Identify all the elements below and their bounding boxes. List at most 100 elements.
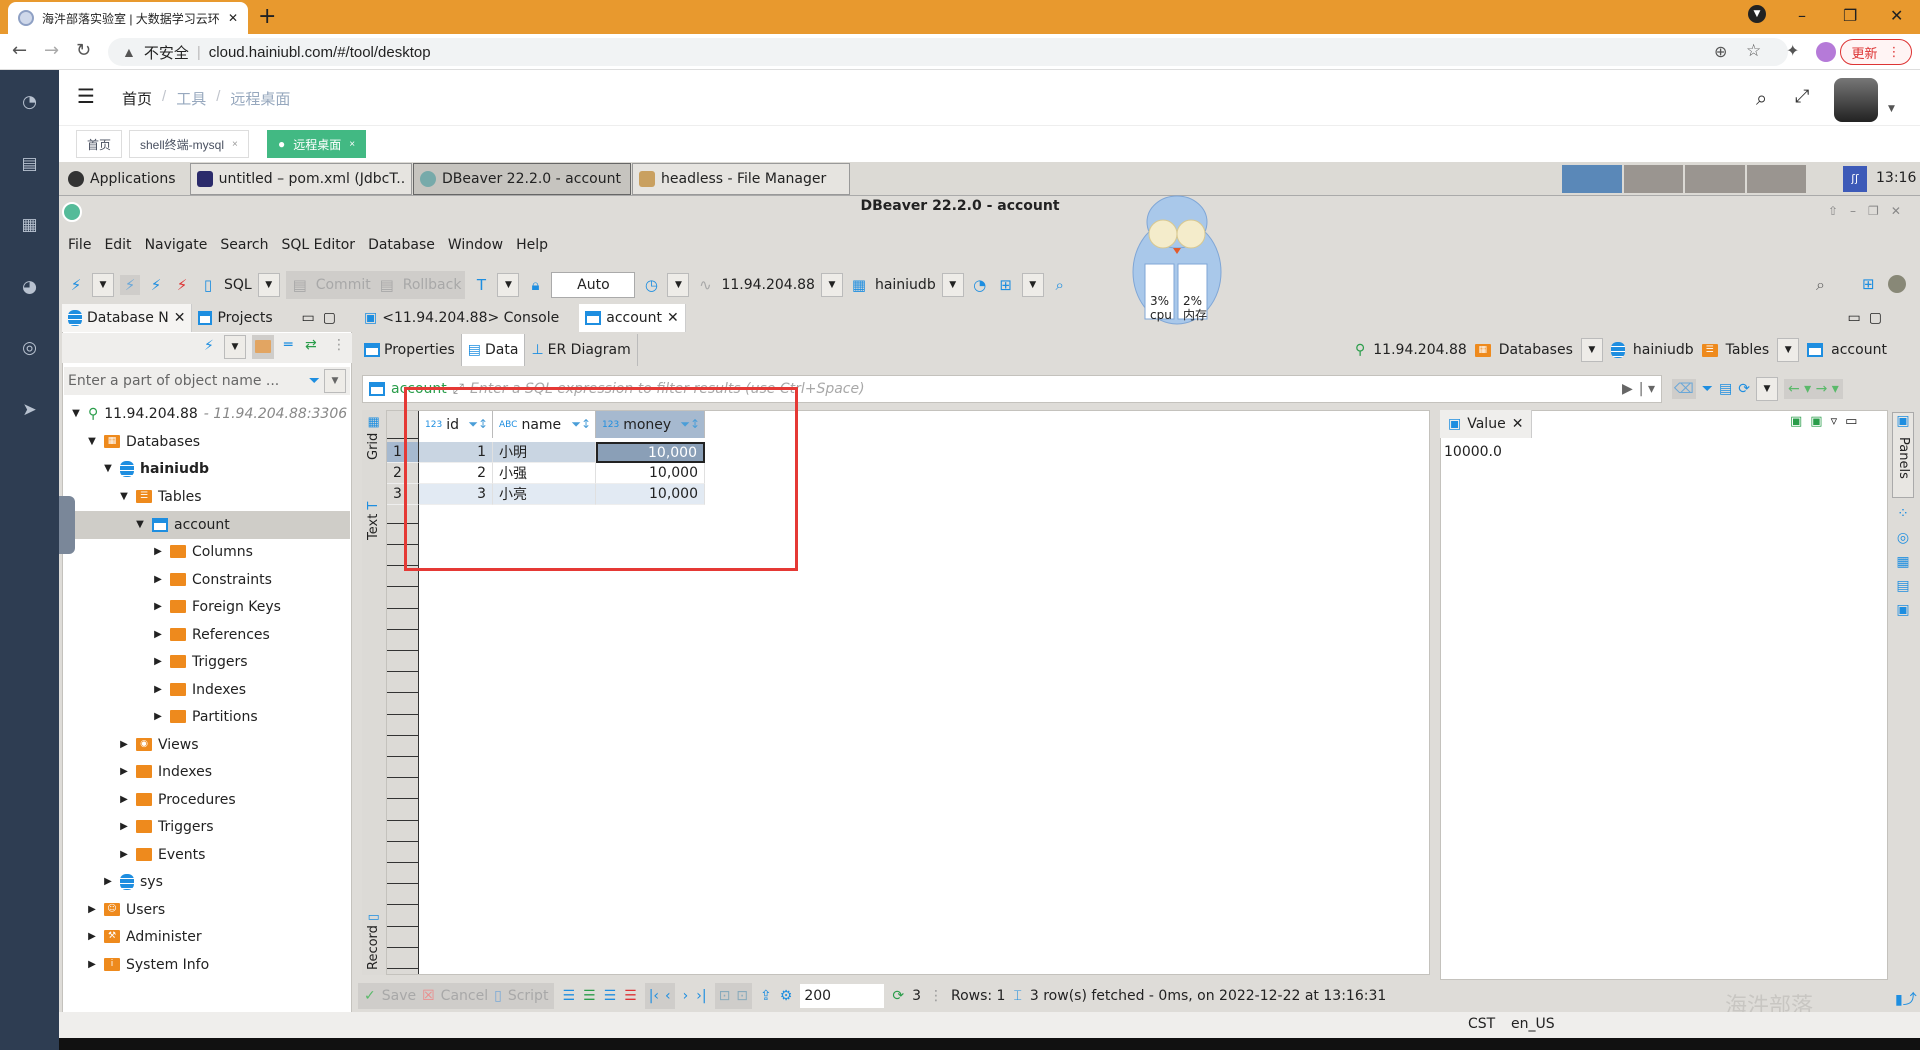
tab-database-navigator[interactable]: Database N ✕ bbox=[62, 304, 193, 332]
workspace-switcher[interactable] bbox=[1562, 165, 1806, 193]
new-perspective-icon[interactable]: ⊞ bbox=[1862, 275, 1875, 293]
panel-min-max-icon[interactable]: ▭▢ bbox=[302, 310, 352, 326]
metadata-panel-icon[interactable]: ⁘ bbox=[1892, 502, 1914, 526]
active-database-select[interactable]: hainiudb bbox=[875, 277, 936, 293]
tree-references[interactable]: ▶ References bbox=[62, 621, 350, 649]
add-row-icon[interactable]: ☰ bbox=[583, 988, 596, 1004]
edit-row-icon[interactable]: ☰ bbox=[562, 988, 575, 1004]
value-panel-tab[interactable]: ▣ Value ✕ bbox=[1440, 410, 1533, 438]
previous-page-icon[interactable]: ‹ bbox=[665, 988, 671, 1004]
dropdown-arrow[interactable]: ▼ bbox=[1777, 338, 1800, 362]
paper-plane-icon[interactable]: ➤ bbox=[0, 400, 59, 420]
cell-name[interactable]: 小强 bbox=[493, 463, 596, 484]
document-icon[interactable]: ▤ bbox=[0, 154, 59, 174]
sql-button[interactable]: SQL bbox=[224, 277, 252, 293]
collapsed-arrow-icon[interactable]: ▶ bbox=[152, 711, 164, 722]
user-avatar[interactable] bbox=[1834, 78, 1878, 122]
tree-procedures[interactable]: ▶ Procedures bbox=[62, 786, 350, 814]
next-page-icon[interactable]: › bbox=[683, 988, 689, 1004]
apply-filter-icon[interactable]: ▶ bbox=[1622, 381, 1633, 397]
close-icon[interactable]: ✕ bbox=[1512, 416, 1524, 432]
fullscreen-icon[interactable]: ⤢ bbox=[1795, 86, 1809, 107]
save-button[interactable]: Save bbox=[382, 988, 416, 1004]
crumb-database[interactable]: hainiudb bbox=[1633, 342, 1694, 358]
new-tab-button[interactable]: + bbox=[258, 4, 276, 29]
script-button[interactable]: Script bbox=[508, 988, 549, 1004]
search-icon[interactable]: ⌕ bbox=[1816, 275, 1825, 295]
refresh-count[interactable]: 3 bbox=[912, 988, 921, 1004]
table-row[interactable]: 2 2 小强 10,000 bbox=[387, 463, 705, 484]
dropdown-arrow[interactable]: ▼ bbox=[257, 273, 280, 297]
connect-icon[interactable]: ⚡ bbox=[120, 275, 140, 295]
tree-partitions[interactable]: ▶ Partitions bbox=[62, 703, 350, 731]
forward-button[interactable]: → bbox=[44, 40, 59, 61]
back-button[interactable]: ← bbox=[12, 40, 27, 61]
tree-account[interactable]: ▼ account bbox=[62, 511, 350, 539]
cancel-button[interactable]: Cancel bbox=[441, 988, 488, 1004]
cell-id[interactable]: 3 bbox=[419, 484, 493, 505]
url-text[interactable]: cloud.hainiubl.com/#/tool/desktop bbox=[209, 44, 431, 61]
cell-id[interactable]: 1 bbox=[419, 442, 493, 463]
menu-toggle-icon[interactable]: ☰ bbox=[77, 84, 95, 108]
text-view-tab[interactable]: Text T bbox=[366, 502, 381, 540]
tab-account[interactable]: account ✕ bbox=[579, 304, 686, 332]
tree-system-info[interactable]: ▶ i System Info bbox=[62, 951, 350, 979]
close-icon[interactable]: × bbox=[232, 139, 238, 150]
tag-remote-desktop[interactable]: ● 远程桌面 × bbox=[267, 130, 367, 158]
dbeaver-perspective-icon[interactable] bbox=[1888, 275, 1906, 293]
collapsed-arrow-icon[interactable]: ▶ bbox=[118, 794, 130, 805]
dropdown-arrow[interactable]: ▼ bbox=[1580, 338, 1603, 362]
dropdown-arrow[interactable]: ▼ bbox=[497, 273, 520, 297]
reconnect-icon[interactable]: ⚡ bbox=[146, 275, 166, 295]
back-arrow-icon[interactable]: ← ▾ → ▾ bbox=[1783, 379, 1843, 399]
tree-constraints[interactable]: ▶ Constraints bbox=[62, 566, 350, 594]
workspace-2[interactable] bbox=[1623, 165, 1683, 193]
collapsed-arrow-icon[interactable]: ▶ bbox=[118, 739, 130, 750]
zoom-icon[interactable]: ⊕ bbox=[1714, 42, 1727, 61]
dropdown-arrow[interactable]: ▼ bbox=[1021, 273, 1044, 297]
close-window-button[interactable]: ✕ bbox=[1890, 6, 1903, 25]
copy-row-icon[interactable]: ☰ bbox=[604, 988, 617, 1004]
sql-editor-icon[interactable]: ▯ bbox=[198, 275, 218, 295]
menu-file[interactable]: File bbox=[68, 237, 91, 253]
dashboard-icon[interactable]: ◔ bbox=[0, 92, 59, 112]
profile-menu-icon[interactable]: ▼ bbox=[1748, 5, 1766, 23]
commit-button[interactable]: Commit bbox=[316, 277, 371, 293]
new-connection-icon[interactable]: ⚡ bbox=[66, 275, 86, 295]
link-editor-icon[interactable]: ⇄ bbox=[305, 337, 317, 353]
chevron-down-icon[interactable]: ▼ bbox=[1888, 104, 1895, 114]
filter-settings-icon[interactable]: ⏷ bbox=[1702, 381, 1713, 397]
collapsed-arrow-icon[interactable]: ▶ bbox=[86, 931, 98, 942]
dropdown-arrow[interactable]: ▼ bbox=[1755, 377, 1778, 401]
row-number[interactable]: 2 bbox=[387, 463, 419, 484]
cell-id[interactable]: 2 bbox=[419, 463, 493, 484]
globe-icon[interactable]: ◕ bbox=[0, 277, 59, 297]
collapsed-arrow-icon[interactable]: ▶ bbox=[152, 601, 164, 612]
expanded-arrow-icon[interactable]: ▼ bbox=[102, 463, 114, 474]
cell-money[interactable]: 10,000 bbox=[596, 463, 705, 484]
expanded-arrow-icon[interactable]: ▼ bbox=[86, 436, 98, 447]
calc-panel-icon[interactable]: ▦ bbox=[1892, 550, 1914, 574]
crumb-table[interactable]: account bbox=[1831, 342, 1887, 358]
value-panel-icon[interactable]: ▣ bbox=[1892, 598, 1914, 622]
search-icon[interactable]: ⌕ bbox=[1050, 275, 1070, 295]
table-row[interactable]: 1 1 小明 10,000 bbox=[387, 442, 705, 463]
tab-console[interactable]: ▣ <11.94.204.88> Console bbox=[358, 304, 565, 332]
taskbar-window-intellij[interactable]: untitled – pom.xml (JdbcT... bbox=[190, 163, 412, 195]
close-icon[interactable]: ✕ bbox=[174, 310, 186, 326]
collapsed-arrow-icon[interactable]: ▶ bbox=[118, 849, 130, 860]
workspace-3[interactable] bbox=[1685, 165, 1745, 193]
crumb-tables[interactable]: Tables bbox=[1726, 342, 1770, 358]
collapsed-arrow-icon[interactable]: ▶ bbox=[102, 876, 114, 887]
grouping-panel-icon[interactable]: ◎ bbox=[1892, 526, 1914, 550]
save-value-icon[interactable]: ▣ bbox=[1790, 414, 1802, 429]
editor-min-max-icon[interactable]: ▭▢ bbox=[1848, 310, 1900, 326]
filter-input[interactable]: account ⤢ Enter a SQL expression to filt… bbox=[362, 375, 1662, 403]
tree-users[interactable]: ▶ ☺ Users bbox=[62, 896, 350, 924]
collapsed-arrow-icon[interactable]: ▶ bbox=[118, 766, 130, 777]
update-button[interactable]: 更新 ⋮ bbox=[1840, 39, 1912, 65]
reload-button[interactable]: ↻ bbox=[76, 40, 91, 61]
close-icon[interactable]: ✕ bbox=[667, 310, 679, 326]
profile-avatar-icon[interactable] bbox=[1816, 42, 1836, 62]
tree-table-indexes[interactable]: ▶ Indexes bbox=[62, 676, 350, 704]
